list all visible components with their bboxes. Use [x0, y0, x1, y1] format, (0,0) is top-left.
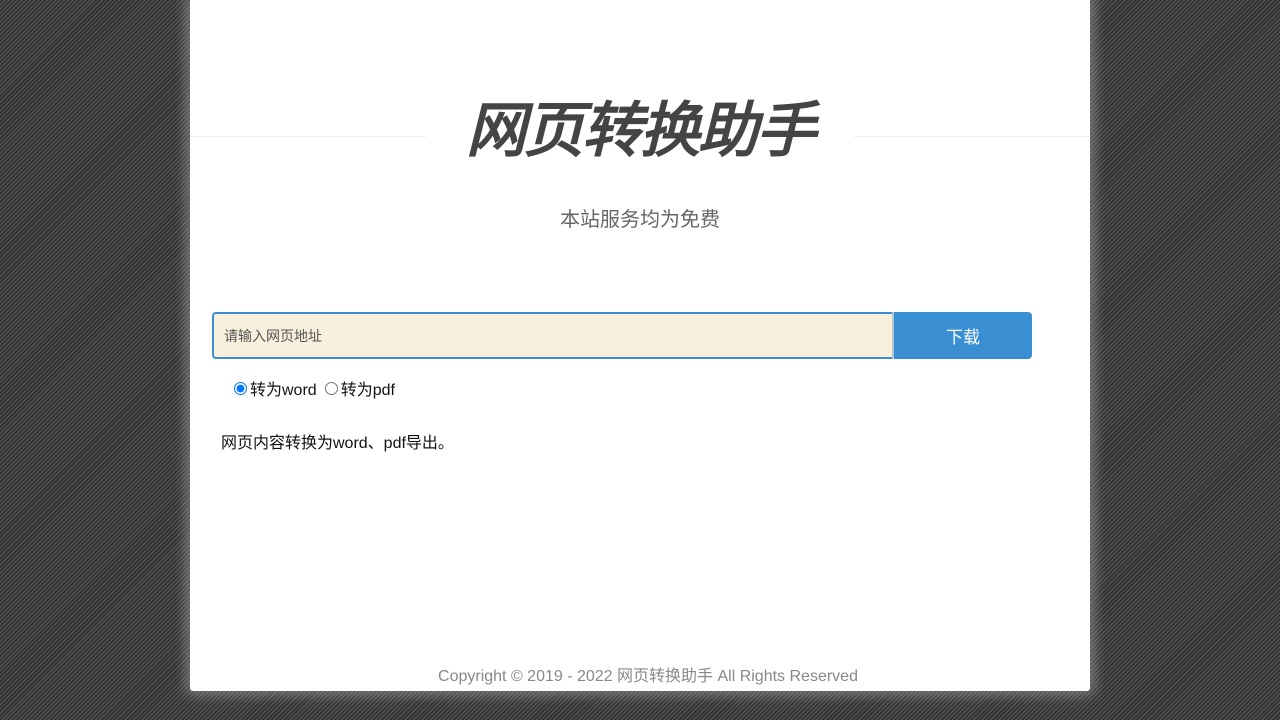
format-radio-group: 转为word 转为pdf [234, 376, 403, 400]
title-container: 网页转换助手 [426, 91, 854, 171]
page-subtitle: 本站服务均为免费 [560, 207, 720, 231]
word-radio[interactable] [234, 381, 247, 395]
page-title: 网页转换助手 [466, 96, 816, 166]
copyright-footer: Copyright © 2019 - 2022 网页转换助手 All Right… [438, 668, 858, 685]
format-option-word[interactable]: 转为word [234, 376, 317, 400]
pdf-radio-label: 转为pdf [340, 382, 395, 399]
format-option-pdf[interactable]: 转为pdf [324, 376, 395, 400]
word-radio-label: 转为word [250, 382, 317, 399]
download-button[interactable]: 下载 [894, 312, 1032, 359]
main-card: 网页转换助手 本站服务均为免费 下载 转为word 转为pdf 网页内容转换为w… [190, 0, 1090, 691]
url-input[interactable] [212, 312, 894, 359]
pdf-radio[interactable] [324, 381, 338, 395]
description-text: 网页内容转换为word、pdf导出。 [221, 435, 454, 452]
